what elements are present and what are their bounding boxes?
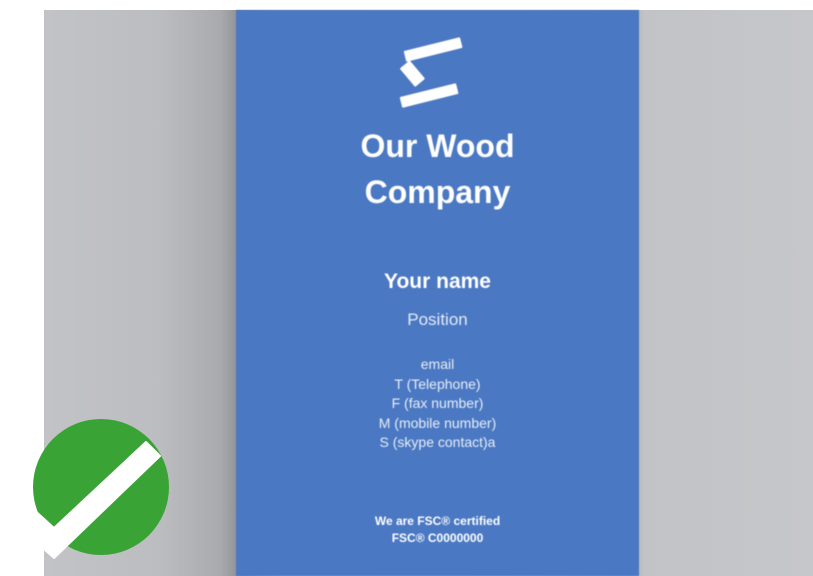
checkmark-icon — [15, 419, 169, 559]
logo-stripes-icon — [399, 37, 463, 108]
business-card: Our Wood Company Your name Position emai… — [236, 10, 639, 576]
company-name-line1: Our Wood — [360, 128, 515, 164]
contact-fax: F (fax number) — [391, 395, 484, 411]
fsc-certification: We are FSC® certified FSC® C0000000 — [236, 513, 639, 547]
fsc-statement: We are FSC® certified — [374, 514, 501, 528]
contact-telephone: T (Telephone) — [394, 375, 481, 392]
company-name-line2: Company — [364, 174, 511, 210]
person-name: Your name — [384, 270, 491, 293]
stage: Our Wood Company Your name Position emai… — [0, 0, 813, 576]
contact-skype: S (skype contact)a — [379, 434, 496, 450]
contact-list: email T (Telephone) F (fax number) M (mo… — [236, 355, 639, 453]
contact-email: email — [420, 356, 455, 372]
fsc-code: FSC® C0000000 — [391, 531, 484, 545]
contact-mobile: M (mobile number) — [378, 414, 497, 431]
person-position: Position — [407, 310, 468, 329]
